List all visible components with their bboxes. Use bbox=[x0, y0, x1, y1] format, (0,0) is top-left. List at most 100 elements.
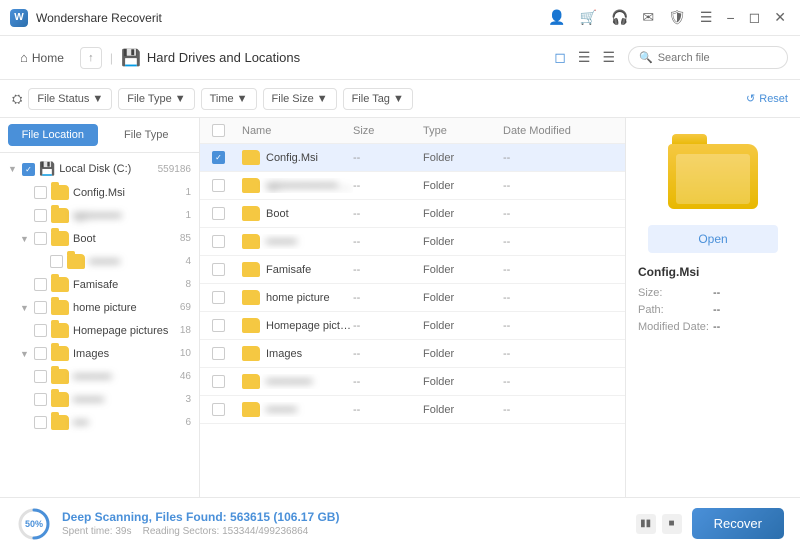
folder-icon bbox=[51, 369, 69, 384]
tree-item-blurred3[interactable]: •••••••• 3 bbox=[0, 388, 199, 411]
tree-item-config[interactable]: Config.Msi 1 bbox=[0, 181, 199, 204]
file-size-filter[interactable]: File Size ▼ bbox=[263, 88, 337, 110]
folder-icon bbox=[242, 318, 260, 333]
tree-item-blurred2[interactable]: •••••••••• 46 bbox=[0, 365, 199, 388]
recover-button[interactable]: Recover bbox=[692, 508, 784, 539]
tree-item-vpn[interactable]: vpn•••••••• 1 bbox=[0, 204, 199, 227]
menu-icon[interactable]: ☰ bbox=[696, 7, 717, 28]
headset-icon[interactable]: 🎧 bbox=[607, 7, 632, 28]
folder-icon bbox=[51, 185, 69, 200]
column-date: Date Modified bbox=[503, 125, 613, 137]
tree-item-blurred1[interactable]: •••••••• 4 bbox=[0, 250, 199, 273]
file-status-filter[interactable]: File Status ▼ bbox=[28, 88, 112, 110]
tab-file-type[interactable]: File Type bbox=[102, 124, 192, 146]
tree-item-local-disk[interactable]: ▼ ✓ 💾 Local Disk (C:) 559186 bbox=[0, 157, 199, 181]
file-date: -- bbox=[503, 180, 613, 192]
file-type: Folder bbox=[423, 320, 503, 332]
table-row[interactable]: vpn••••••••••••••.vos -- Folder -- bbox=[200, 172, 625, 200]
table-row[interactable]: •••••••• -- Folder -- bbox=[200, 396, 625, 424]
tree-label: Images bbox=[73, 348, 176, 360]
filelist-body: ✓ Config.Msi -- Folder -- vpn•••••••••••… bbox=[200, 144, 625, 497]
tree-checkbox[interactable] bbox=[34, 393, 47, 406]
file-date: -- bbox=[503, 348, 613, 360]
tree-label: •••••••• bbox=[73, 394, 181, 406]
file-name-text: Config.Msi bbox=[266, 152, 318, 164]
table-row[interactable]: Boot -- Folder -- bbox=[200, 200, 625, 228]
tree-checkbox[interactable] bbox=[34, 209, 47, 222]
file-tag-filter[interactable]: File Tag ▼ bbox=[343, 88, 413, 110]
column-name: Name bbox=[242, 125, 353, 137]
open-button[interactable]: Open bbox=[648, 225, 778, 253]
email-icon[interactable]: ✉ bbox=[638, 7, 658, 28]
file-size: -- bbox=[353, 348, 423, 360]
tab-file-location[interactable]: File Location bbox=[8, 124, 98, 146]
expand-icon: ▼ bbox=[20, 303, 30, 313]
detail-view-button[interactable]: ☰ bbox=[597, 46, 620, 69]
tree-checkbox[interactable] bbox=[34, 186, 47, 199]
tree-checkbox[interactable] bbox=[34, 301, 47, 314]
home-label: Home bbox=[32, 51, 64, 65]
home-button[interactable]: ⌂ Home bbox=[12, 46, 72, 69]
tree-label: •••••••••• bbox=[73, 371, 176, 383]
scan-info: Deep Scanning, Files Found: 563615 (106.… bbox=[62, 510, 626, 537]
file-type-filter[interactable]: File Type ▼ bbox=[118, 88, 194, 110]
tree-count: 10 bbox=[180, 348, 191, 359]
tree-count: 8 bbox=[185, 279, 191, 290]
person-icon[interactable]: 👤 bbox=[544, 7, 569, 28]
list-view-button[interactable]: ☰ bbox=[573, 46, 596, 69]
stop-button[interactable]: ■ bbox=[662, 514, 682, 534]
minimize-icon[interactable]: − bbox=[722, 8, 738, 28]
filelist-header: Name Size Type Date Modified bbox=[200, 118, 625, 144]
tree-item-famisafe[interactable]: Famisafe 8 bbox=[0, 273, 199, 296]
chevron-down-icon: ▼ bbox=[92, 93, 103, 105]
table-row[interactable]: •••••••• -- Folder -- bbox=[200, 228, 625, 256]
tree-label: •••••••• bbox=[89, 256, 181, 268]
table-row[interactable]: •••••••••••• -- Folder -- bbox=[200, 368, 625, 396]
tree-item-boot[interactable]: ▼ Boot 85 bbox=[0, 227, 199, 250]
file-type: Folder bbox=[423, 236, 503, 248]
file-size: -- bbox=[353, 180, 423, 192]
tree-checkbox[interactable] bbox=[34, 324, 47, 337]
tree-item-homepage-pictures[interactable]: Homepage pictures 18 bbox=[0, 319, 199, 342]
file-name-text: •••••••• bbox=[266, 404, 297, 416]
tree-label: home picture bbox=[73, 302, 176, 314]
tree-label: Famisafe bbox=[73, 279, 181, 291]
file-name-text: •••••••• bbox=[266, 236, 297, 248]
file-type: Folder bbox=[423, 376, 503, 388]
tree-count: 4 bbox=[185, 256, 191, 267]
table-row[interactable]: Famisafe -- Folder -- bbox=[200, 256, 625, 284]
titlebar-controls: 👤 🛒 🎧 ✉ 🛡 ☰ − ◻ ✕ bbox=[544, 7, 790, 28]
progress-circle: 50% bbox=[16, 506, 52, 542]
tree-item-home-picture[interactable]: ▼ home picture 69 bbox=[0, 296, 199, 319]
select-all-checkbox[interactable] bbox=[212, 124, 242, 137]
up-button[interactable]: ↑ bbox=[80, 47, 102, 69]
grid-view-button[interactable]: ◻ bbox=[549, 46, 571, 69]
search-box[interactable]: 🔍 bbox=[628, 46, 788, 69]
pause-button[interactable]: ▮▮ bbox=[636, 514, 656, 534]
table-row[interactable]: home picture -- Folder -- bbox=[200, 284, 625, 312]
tree-item-blurred4[interactable]: •••• 6 bbox=[0, 411, 199, 434]
tree-checkbox[interactable] bbox=[34, 278, 47, 291]
table-row[interactable]: Homepage pictures -- Folder -- bbox=[200, 312, 625, 340]
cart-icon[interactable]: 🛒 bbox=[576, 7, 601, 28]
search-input[interactable] bbox=[658, 52, 778, 64]
maximize-icon[interactable]: ◻ bbox=[745, 7, 765, 28]
table-row[interactable]: ✓ Config.Msi -- Folder -- bbox=[200, 144, 625, 172]
time-filter[interactable]: Time ▼ bbox=[201, 88, 257, 110]
tree-checkbox[interactable] bbox=[50, 255, 63, 268]
tree-checkbox[interactable] bbox=[34, 416, 47, 429]
tree-checkbox[interactable]: ✓ bbox=[22, 163, 35, 176]
reset-button[interactable]: ↺ Reset bbox=[746, 92, 788, 105]
close-icon[interactable]: ✕ bbox=[770, 7, 790, 28]
table-row[interactable]: Images -- Folder -- bbox=[200, 340, 625, 368]
folder-icon bbox=[242, 402, 260, 417]
tree-count: 6 bbox=[185, 417, 191, 428]
file-date: -- bbox=[503, 236, 613, 248]
tree-checkbox[interactable] bbox=[34, 347, 47, 360]
tree-count: 559186 bbox=[158, 164, 191, 175]
tree-checkbox[interactable] bbox=[34, 370, 47, 383]
shield-icon[interactable]: 🛡 bbox=[664, 7, 690, 28]
tree-checkbox[interactable] bbox=[34, 232, 47, 245]
tree-item-images[interactable]: ▼ Images 10 bbox=[0, 342, 199, 365]
folder-icon bbox=[51, 231, 69, 246]
